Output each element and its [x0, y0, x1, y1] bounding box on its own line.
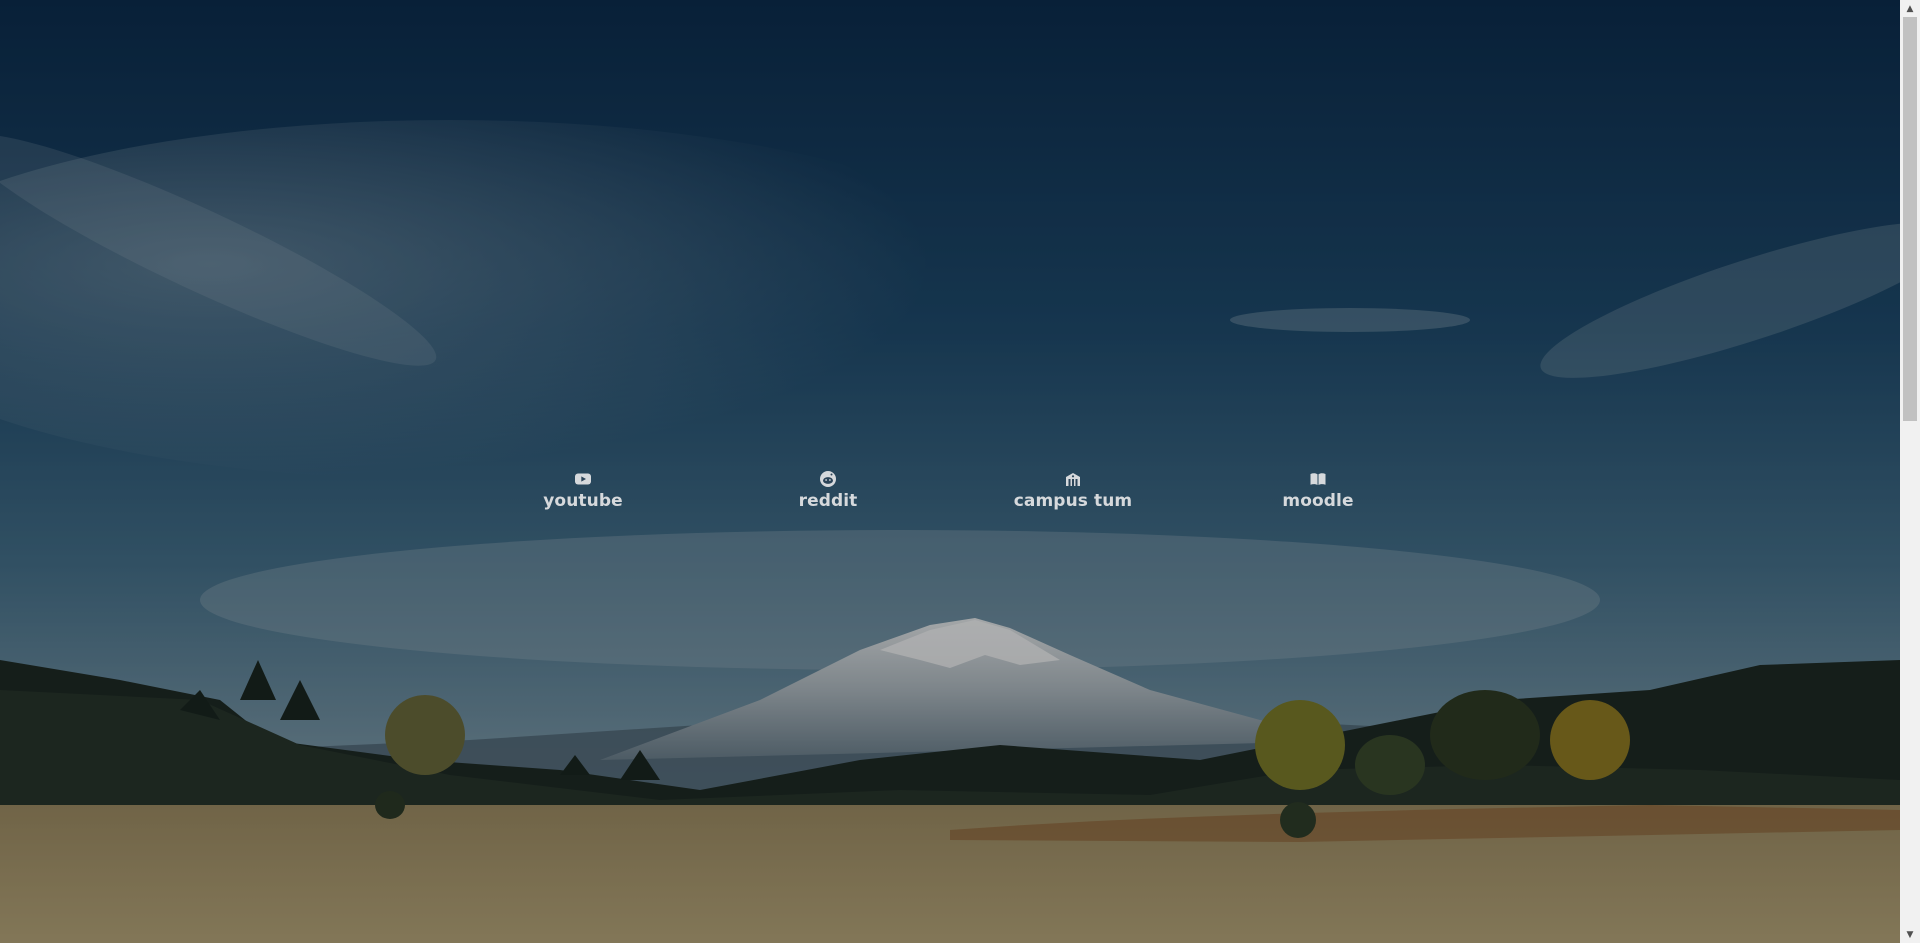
quick-link-label: campus tum	[1013, 491, 1133, 511]
scroll-down-arrow-icon[interactable]: ▼	[1900, 926, 1920, 943]
quick-link-label: moodle	[1282, 491, 1354, 511]
quick-link-label: youtube	[543, 491, 623, 511]
quick-link-campus-tum[interactable]: campus tum	[983, 470, 1163, 511]
quick-link-moodle[interactable]: moodle	[1228, 470, 1408, 511]
scrollbar-thumb[interactable]	[1903, 17, 1917, 421]
vertical-scrollbar[interactable]: ▲ ▼	[1900, 0, 1920, 943]
quick-links: youtube reddit campus tum moodle	[0, 470, 1900, 530]
reddit-icon	[819, 470, 837, 488]
scroll-up-arrow-icon[interactable]: ▲	[1900, 0, 1920, 17]
quick-link-youtube[interactable]: youtube	[493, 470, 673, 511]
youtube-icon	[574, 470, 592, 488]
start-page: youtube reddit campus tum moodle	[0, 0, 1900, 943]
quick-link-label: reddit	[798, 491, 858, 511]
university-icon	[1064, 470, 1082, 488]
quick-link-reddit[interactable]: reddit	[738, 470, 918, 511]
book-open-icon	[1309, 470, 1327, 488]
